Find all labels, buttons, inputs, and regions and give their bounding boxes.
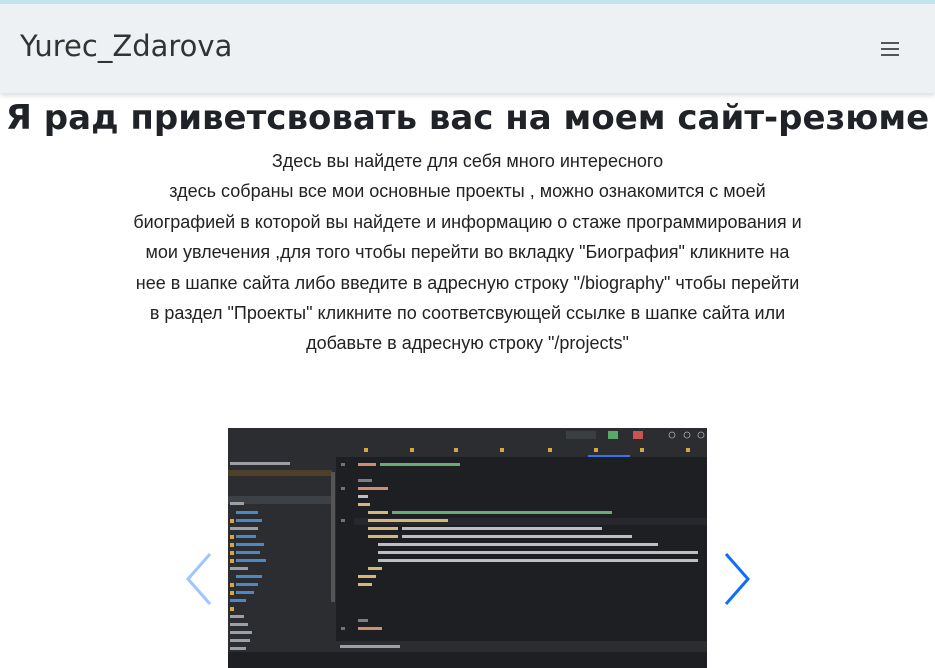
intro-line: здесь собраны все мои основные проекты ,… [169, 181, 766, 202]
intro-line: мои увлечения ,для того чтобы перейти во… [145, 242, 790, 263]
ide-screenshot-image [228, 428, 707, 668]
chevron-left-icon [186, 553, 212, 605]
carousel-prev-button[interactable] [182, 550, 216, 608]
intro-line: добавьте в адресную строку "/projects" [306, 333, 629, 354]
intro-line: биографией в которой вы найдете и информ… [133, 211, 802, 232]
brand-logo[interactable]: Yurec_Zdarova [20, 29, 232, 63]
intro-line: Здесь вы найдете для себя много интересн… [271, 151, 664, 171]
intro-line: в раздел "Проекты" кликните по соответсв… [149, 303, 786, 324]
navbar: Yurec_Zdarova [0, 4, 935, 93]
hamburger-icon[interactable] [881, 42, 899, 56]
chevron-right-icon [724, 553, 750, 605]
intro-line: нее в шапке сайта либо введите в адресну… [135, 272, 800, 293]
carousel-next-button[interactable] [720, 550, 754, 608]
intro-text: Здесь вы найдете для себя много интересн… [80, 146, 855, 359]
carousel-slide [228, 428, 707, 668]
page-title: Я рад приветсвовать вас на моем сайт-рез… [5, 98, 930, 138]
